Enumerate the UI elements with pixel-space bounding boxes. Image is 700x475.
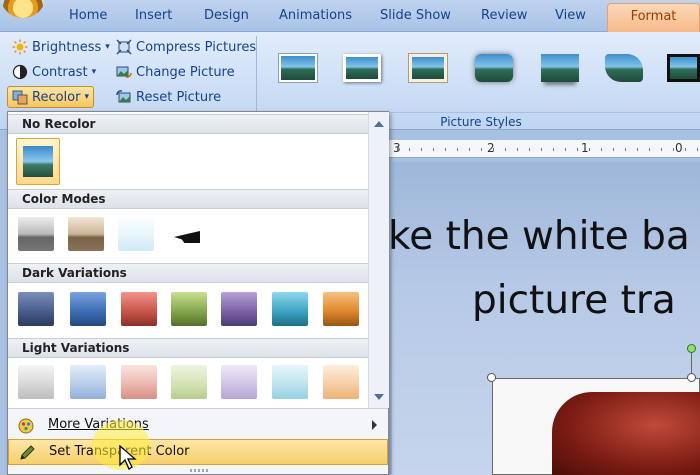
- section-light-variations: Light Variations: [8, 338, 368, 358]
- contrast-button[interactable]: Contrast ▾: [12, 61, 96, 83]
- light-variation-6[interactable]: [272, 365, 308, 399]
- brightness-label: Brightness: [32, 39, 102, 55]
- recolor-button[interactable]: Recolor ▾: [7, 86, 94, 108]
- no-recolor-swatch[interactable]: [16, 138, 60, 185]
- tab-animations[interactable]: Animations: [279, 8, 352, 23]
- resize-grip[interactable]: [190, 469, 210, 472]
- rotate-handle[interactable]: [687, 344, 696, 353]
- tab-format[interactable]: Format: [607, 3, 700, 33]
- ruler-number: 3: [393, 141, 401, 155]
- contrast-icon: [12, 64, 28, 80]
- picture-style-7[interactable]: [660, 44, 700, 92]
- dark-variation-6[interactable]: [272, 292, 308, 326]
- change-picture-label: Change Picture: [136, 64, 235, 80]
- section-color-modes: Color Modes: [8, 189, 368, 209]
- dark-variation-2[interactable]: [70, 292, 106, 326]
- section-dark-variations: Dark Variations: [8, 263, 368, 283]
- compress-pictures-button[interactable]: Compress Pictures: [116, 36, 256, 58]
- tab-slide-show[interactable]: Slide Show: [380, 8, 451, 23]
- tab-review[interactable]: Review: [481, 8, 527, 23]
- ruler-number: 2: [487, 141, 495, 155]
- light-variation-2[interactable]: [70, 365, 106, 399]
- ruler-number: 0: [675, 141, 683, 155]
- recolor-dropdown: No Recolor Color Modes Dark Variations L…: [7, 111, 389, 475]
- light-variation-4[interactable]: [171, 365, 207, 399]
- dark-variation-4[interactable]: [171, 292, 207, 326]
- color-mode-sepia[interactable]: [68, 217, 104, 251]
- dark-variation-7[interactable]: [323, 292, 359, 326]
- set-transparent-color-item[interactable]: Set Transparent Color: [8, 439, 388, 465]
- tab-view[interactable]: View: [555, 8, 586, 23]
- light-variation-7[interactable]: [323, 365, 359, 399]
- slide-title-line-1: ke the white ba: [388, 214, 690, 259]
- scroll-down-icon[interactable]: [374, 394, 384, 400]
- telephone-image: [552, 392, 700, 475]
- section-no-recolor: No Recolor: [8, 114, 368, 134]
- picture-style-4[interactable]: [466, 44, 522, 92]
- tab-insert[interactable]: Insert: [135, 8, 172, 23]
- light-variation-1[interactable]: [18, 365, 54, 399]
- brightness-button[interactable]: Brightness ▾: [12, 36, 110, 58]
- reset-picture-button[interactable]: Reset Picture: [116, 86, 221, 108]
- reset-picture-icon: [116, 90, 131, 103]
- dropdown-footer: More Variations Set Transparent Color: [8, 408, 388, 474]
- color-mode-grayscale[interactable]: [18, 217, 54, 251]
- tab-home[interactable]: Home: [69, 8, 107, 23]
- pen-icon: [20, 445, 35, 460]
- dark-variation-3[interactable]: [121, 292, 157, 326]
- chevron-down-icon: ▾: [105, 42, 110, 52]
- resize-handle[interactable]: [487, 373, 496, 382]
- color-mode-washout[interactable]: [118, 217, 154, 251]
- compress-pictures-label: Compress Pictures: [136, 39, 257, 55]
- palette-icon: [12, 90, 28, 105]
- dark-variation-1[interactable]: [18, 292, 54, 326]
- light-variation-3[interactable]: [121, 365, 157, 399]
- picture-style-3[interactable]: [400, 44, 456, 92]
- reset-picture-label: Reset Picture: [136, 89, 222, 105]
- tab-design[interactable]: Design: [204, 8, 249, 23]
- picture-style-6[interactable]: [596, 44, 652, 92]
- scroll-up-icon[interactable]: [374, 121, 384, 127]
- color-mode-black-white[interactable]: [168, 217, 204, 251]
- picture-style-1[interactable]: [270, 44, 326, 92]
- slide-title-line-2: picture tra: [472, 278, 676, 323]
- picture-style-5[interactable]: [532, 44, 588, 92]
- change-picture-button[interactable]: Change Picture: [116, 61, 235, 83]
- sun-icon: [12, 39, 28, 55]
- chevron-down-icon: ▾: [91, 67, 97, 77]
- ruler-number: 1: [581, 141, 589, 155]
- compress-icon: [116, 39, 132, 55]
- contrast-label: Contrast: [32, 64, 88, 80]
- dark-variation-5[interactable]: [221, 292, 257, 326]
- mouse-pointer-icon: [119, 445, 137, 470]
- recolor-label: Recolor: [32, 89, 81, 105]
- ribbon-tab-strip: Home Insert Design Animations Slide Show…: [0, 0, 700, 33]
- resize-handle[interactable]: [687, 373, 696, 382]
- more-variations-item[interactable]: More Variations: [8, 413, 388, 439]
- color-wheel-icon: [18, 418, 34, 434]
- dropdown-scrollbar[interactable]: [368, 112, 389, 408]
- picture-styles-gallery: [262, 38, 700, 106]
- change-picture-icon: [116, 66, 132, 78]
- office-button[interactable]: [0, 0, 46, 18]
- light-variation-5[interactable]: [221, 365, 257, 399]
- horizontal-ruler: 3 2 1 0: [385, 140, 700, 158]
- picture-style-2[interactable]: [334, 44, 390, 92]
- chevron-down-icon: ▾: [84, 92, 89, 102]
- submenu-arrow-icon: [372, 420, 377, 430]
